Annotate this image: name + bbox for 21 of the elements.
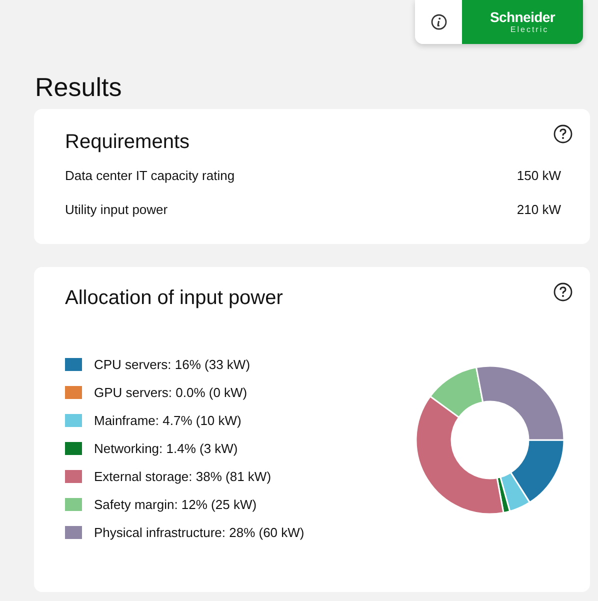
row-value: 210 kW xyxy=(516,202,561,217)
brand-logo[interactable]: Schneider Electric xyxy=(462,0,583,44)
card-title: Requirements xyxy=(65,131,190,154)
info-button[interactable] xyxy=(415,0,462,44)
legend-label: Mainframe: 4.7% (10 kW) xyxy=(94,412,242,428)
legend-label: Physical infrastructure: 28% (60 kW) xyxy=(94,524,304,540)
row-label: Data center IT capacity rating xyxy=(65,168,235,183)
legend-label: Networking: 1.4% (3 kW) xyxy=(94,440,238,456)
help-icon[interactable] xyxy=(553,282,573,302)
row-label: Utility input power xyxy=(65,202,168,217)
info-icon xyxy=(430,14,446,30)
logo-subtext: Electric xyxy=(509,25,549,34)
card-title: Allocation of input power xyxy=(65,287,283,310)
logo-text: Schneider xyxy=(490,10,555,25)
legend-label: GPU servers: 0.0% (0 kW) xyxy=(94,384,248,400)
help-icon[interactable] xyxy=(553,124,573,144)
legend-label: External storage: 38% (81 kW) xyxy=(94,468,272,484)
legend-label: Safety margin: 12% (25 kW) xyxy=(94,496,257,512)
row-value: 150 kW xyxy=(516,168,561,183)
legend-label: CPU servers: 16% (33 kW) xyxy=(94,356,250,372)
page-title: Results xyxy=(35,72,123,103)
